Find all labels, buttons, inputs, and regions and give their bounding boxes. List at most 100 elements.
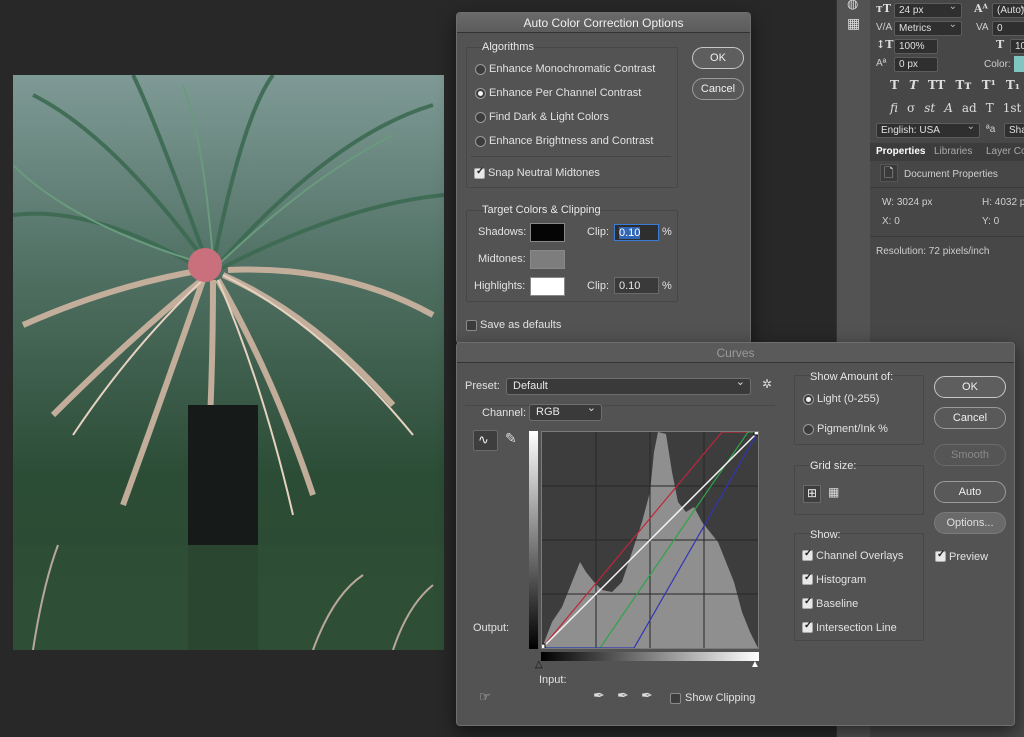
titling-button[interactable]: T (986, 101, 994, 115)
cancel-button[interactable]: Cancel (692, 78, 744, 100)
show-clipping-checkbox[interactable] (670, 693, 681, 704)
tab-libraries[interactable]: Libraries (934, 146, 972, 160)
document-icon: 🗋 (884, 166, 894, 180)
ok-button[interactable]: OK (692, 47, 744, 69)
highlight-clip-label: Clip: (587, 280, 610, 292)
stylistic-alternates-button[interactable]: ad (962, 101, 977, 115)
channel-select[interactable]: RGB (529, 402, 602, 421)
algo-radio-2[interactable] (475, 112, 486, 123)
intersection-line-checkbox[interactable] (802, 620, 813, 633)
algo-radio-1[interactable] (475, 88, 486, 99)
curves-graph[interactable] (539, 429, 760, 650)
swash-button[interactable]: A (944, 101, 953, 115)
horizontal-scale-field[interactable]: 10 (1010, 39, 1024, 54)
all-caps-button[interactable]: TT (928, 78, 945, 92)
color-swatch[interactable] (1014, 56, 1024, 72)
old-style-button[interactable]: σ (907, 101, 915, 115)
curve-tool-button[interactable]: ∿ (473, 430, 498, 451)
histogram-checkbox[interactable] (802, 572, 813, 585)
ordinals-button[interactable]: 1st (1003, 101, 1022, 115)
curves-dialog: Curves Preset: Default ✲ Channel: RGB ∿ … (456, 342, 1015, 726)
gray-eyedropper-icon[interactable]: ✒ (617, 687, 629, 704)
baseline-label[interactable]: Baseline (816, 598, 858, 610)
leading-icon: Aᴬ (974, 2, 988, 15)
shadow-clip-input[interactable]: 0.10 (614, 224, 659, 241)
algo-label-3[interactable]: Enhance Brightness and Contrast (489, 135, 654, 147)
channel-label: Channel: (482, 407, 527, 419)
auto-color-dialog: Auto Color Correction Options Algorithms… (456, 12, 751, 344)
baseline-field[interactable]: 0 px (894, 57, 938, 72)
small-caps-button[interactable]: Tт (955, 78, 971, 92)
pigment-label[interactable]: Pigment/Ink % (817, 423, 888, 435)
ligatures-button[interactable]: fi (890, 101, 898, 115)
black-eyedropper-icon[interactable]: ✒ (593, 687, 605, 704)
shadows-swatch[interactable] (530, 223, 565, 242)
discretionary-ligatures-button[interactable]: st (924, 101, 935, 115)
subscript-button[interactable]: T₁ (1006, 78, 1020, 92)
channel-overlays-label[interactable]: Channel Overlays (816, 550, 903, 562)
midtones-swatch[interactable] (530, 250, 565, 269)
snap-neutral-label[interactable]: Snap Neutral Midtones (488, 167, 600, 179)
black-slider-icon[interactable]: △ (535, 659, 543, 670)
intersection-line-label[interactable]: Intersection Line (816, 622, 897, 634)
font-size-icon: ᴛT (876, 2, 892, 15)
leading-select[interactable]: (Auto) (992, 3, 1024, 18)
superscript-button[interactable]: T¹ (982, 78, 996, 92)
options-button[interactable]: Options... (934, 512, 1006, 534)
cancel-button[interactable]: Cancel (934, 407, 1006, 429)
kerning-select[interactable]: Metrics (894, 21, 962, 36)
tab-properties[interactable]: Properties (876, 146, 925, 160)
preset-select[interactable]: Default (506, 376, 751, 395)
target-adjust-icon[interactable]: ☞ (479, 689, 491, 705)
tracking-field[interactable]: 0 (992, 21, 1024, 36)
resolution-value: Resolution: 72 pixels/inch (876, 246, 990, 257)
highlight-clip-input[interactable]: 0.10 (614, 277, 659, 294)
vertical-scale-field[interactable]: 100% (894, 39, 938, 54)
grid-icon[interactable]: ▦ (847, 15, 860, 32)
algo-radio-3[interactable] (475, 136, 486, 147)
preview-label[interactable]: Preview (949, 551, 988, 563)
gear-icon[interactable]: ✲ (762, 377, 772, 391)
baseline-checkbox[interactable] (802, 596, 813, 609)
tab-layer-comps[interactable]: Layer Co (986, 146, 1024, 160)
algo-radio-0[interactable] (475, 64, 486, 75)
tracking-icon: VA (976, 22, 989, 33)
input-gradient (541, 652, 759, 661)
grid-size-title: Grid size: (810, 460, 857, 472)
kerning-icon: V/A (876, 22, 893, 33)
simple-grid-button[interactable]: ⊞ (803, 485, 821, 503)
input-label: Input: (539, 674, 567, 686)
font-size-select[interactable]: 24 px (894, 3, 962, 18)
faux-bold-button[interactable]: T (890, 78, 899, 92)
light-radio[interactable] (803, 394, 814, 405)
detailed-grid-icon[interactable]: ▦ (828, 485, 839, 499)
snap-neutral-checkbox[interactable] (474, 166, 485, 179)
faux-italic-button[interactable]: T (909, 78, 918, 92)
algo-label-1[interactable]: Enhance Per Channel Contrast (489, 87, 641, 99)
highlights-swatch[interactable] (530, 277, 565, 296)
pencil-icon[interactable]: ✎ (505, 430, 517, 447)
ok-button[interactable]: OK (934, 376, 1006, 398)
algo-label-0[interactable]: Enhance Monochromatic Contrast (489, 63, 655, 75)
white-slider-icon[interactable]: ▲ (750, 659, 760, 670)
pigment-radio[interactable] (803, 424, 814, 435)
white-eyedropper-icon[interactable]: ✒ (641, 687, 653, 704)
show-clipping-label[interactable]: Show Clipping (685, 692, 755, 704)
light-label[interactable]: Light (0-255) (817, 393, 879, 405)
curve-icon: ∿ (478, 432, 489, 447)
auto-button[interactable]: Auto (934, 481, 1006, 503)
highlight-percent: % (662, 280, 672, 292)
save-defaults-checkbox[interactable] (466, 320, 477, 331)
language-select[interactable]: English: USA (876, 123, 980, 138)
algo-label-2[interactable]: Find Dark & Light Colors (489, 111, 609, 123)
save-defaults-label[interactable]: Save as defaults (480, 319, 561, 331)
globe-icon[interactable]: ◍ (847, 0, 858, 12)
smooth-button[interactable]: Smooth (934, 444, 1006, 466)
x-value: X: 0 (882, 216, 900, 227)
channel-overlays-checkbox[interactable] (802, 548, 813, 561)
histogram-label[interactable]: Histogram (816, 574, 866, 586)
dialog-title: Curves (457, 343, 1014, 363)
preview-checkbox[interactable] (935, 549, 946, 562)
dialog-title: Auto Color Correction Options (457, 13, 750, 33)
anti-alias-select[interactable]: Sha (1004, 123, 1024, 138)
